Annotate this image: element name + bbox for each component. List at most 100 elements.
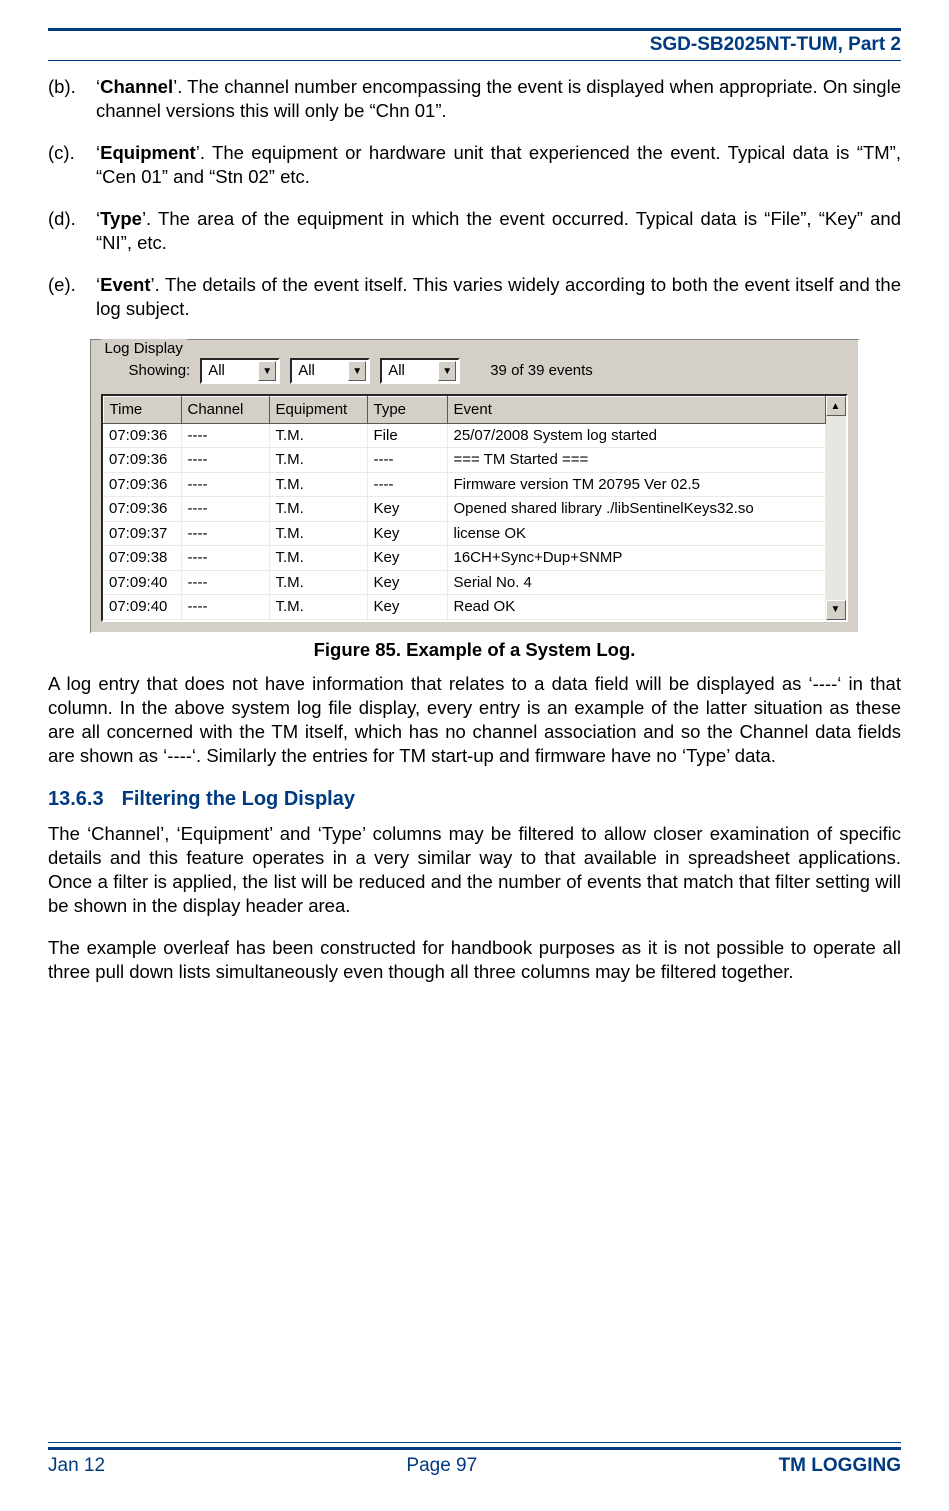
cell-time: 07:09:36 xyxy=(103,423,181,448)
cell-channel: ---- xyxy=(181,497,269,522)
cell-channel: ---- xyxy=(181,570,269,595)
table-row[interactable]: 07:09:38----T.M.Key16CH+Sync+Dup+SNMP xyxy=(103,546,825,571)
scroll-up-icon[interactable]: ▲ xyxy=(826,396,846,416)
cell-channel: ---- xyxy=(181,423,269,448)
cell-time: 07:09:37 xyxy=(103,521,181,546)
event-count: 39 of 39 events xyxy=(490,361,593,381)
cell-time: 07:09:40 xyxy=(103,595,181,620)
chevron-down-icon[interactable]: ▼ xyxy=(258,361,276,381)
page-footer: Jan 12 Page 97 TM LOGGING xyxy=(48,1442,901,1479)
log-display-panel: Log Display Showing: All ▼ All ▼ All ▼ 3… xyxy=(90,339,860,634)
log-table: Time Channel Equipment Type Event 07:09:… xyxy=(103,396,826,620)
definition-list: (b).‘Channel’. The channel number encomp… xyxy=(48,75,901,321)
cell-equipment: T.M. xyxy=(269,521,367,546)
cell-type: Key xyxy=(367,521,447,546)
channel-filter-combo[interactable]: All ▼ xyxy=(200,358,280,384)
section-para-2: The example overleaf has been constructe… xyxy=(48,936,901,984)
table-row[interactable]: 07:09:36----T.M.----=== TM Started === xyxy=(103,448,825,473)
paragraph-after-figure: A log entry that does not have informati… xyxy=(48,672,901,768)
log-display-legend: Log Display xyxy=(101,339,187,359)
cell-equipment: T.M. xyxy=(269,472,367,497)
footer-date: Jan 12 xyxy=(48,1454,105,1479)
cell-equipment: T.M. xyxy=(269,570,367,595)
col-type[interactable]: Type xyxy=(367,397,447,424)
log-list-wrap: Time Channel Equipment Type Event 07:09:… xyxy=(101,394,848,622)
cell-time: 07:09:36 xyxy=(103,472,181,497)
equipment-filter-combo[interactable]: All ▼ xyxy=(290,358,370,384)
definition-item: (e).‘Event’. The details of the event it… xyxy=(48,273,901,321)
cell-type: File xyxy=(367,423,447,448)
table-row[interactable]: 07:09:36----T.M.KeyOpened shared library… xyxy=(103,497,825,522)
cell-type: Key xyxy=(367,546,447,571)
table-row[interactable]: 07:09:36----T.M.----Firmware version TM … xyxy=(103,472,825,497)
scroll-track[interactable] xyxy=(826,416,846,600)
definition-marker: (c). xyxy=(48,141,96,165)
definition-marker: (e). xyxy=(48,273,96,297)
table-row[interactable]: 07:09:40----T.M.KeySerial No. 4 xyxy=(103,570,825,595)
cell-equipment: T.M. xyxy=(269,448,367,473)
type-filter-value: All xyxy=(388,361,405,381)
cell-type: ---- xyxy=(367,472,447,497)
cell-equipment: T.M. xyxy=(269,497,367,522)
showing-label: Showing: xyxy=(129,361,191,381)
cell-type: ---- xyxy=(367,448,447,473)
cell-event: 16CH+Sync+Dup+SNMP xyxy=(447,546,825,571)
col-event[interactable]: Event xyxy=(447,397,825,424)
type-filter-combo[interactable]: All ▼ xyxy=(380,358,460,384)
figure-caption: Figure 85. Example of a System Log. xyxy=(48,638,901,662)
header-top-rule xyxy=(48,28,901,31)
log-header-row: Time Channel Equipment Type Event xyxy=(103,397,825,424)
cell-equipment: T.M. xyxy=(269,423,367,448)
cell-time: 07:09:38 xyxy=(103,546,181,571)
definition-item: (c).‘Equipment’. The equipment or hardwa… xyxy=(48,141,901,189)
cell-type: Key xyxy=(367,497,447,522)
log-filter-row: Showing: All ▼ All ▼ All ▼ 39 of 39 even… xyxy=(101,352,848,394)
definition-marker: (d). xyxy=(48,207,96,231)
cell-type: Key xyxy=(367,570,447,595)
section-heading: 13.6.3 Filtering the Log Display xyxy=(48,786,901,812)
definition-body: ‘Type’. The area of the equipment in whi… xyxy=(96,207,901,255)
table-row[interactable]: 07:09:37----T.M.Keylicense OK xyxy=(103,521,825,546)
cell-channel: ---- xyxy=(181,546,269,571)
table-row[interactable]: 07:09:36----T.M.File25/07/2008 System lo… xyxy=(103,423,825,448)
definition-body: ‘Channel’. The channel number encompassi… xyxy=(96,75,901,123)
section-title: Filtering the Log Display xyxy=(122,788,355,810)
definition-marker: (b). xyxy=(48,75,96,99)
cell-channel: ---- xyxy=(181,521,269,546)
cell-event: Firmware version TM 20795 Ver 02.5 xyxy=(447,472,825,497)
cell-event: Serial No. 4 xyxy=(447,570,825,595)
page-header: SGD-SB2025NT-TUM, Part 2 xyxy=(48,33,901,61)
definition-body: ‘Event’. The details of the event itself… xyxy=(96,273,901,321)
definition-item: (d).‘Type’. The area of the equipment in… xyxy=(48,207,901,255)
cell-time: 07:09:36 xyxy=(103,448,181,473)
col-channel[interactable]: Channel xyxy=(181,397,269,424)
cell-event: license OK xyxy=(447,521,825,546)
col-time[interactable]: Time xyxy=(103,397,181,424)
cell-type: Key xyxy=(367,595,447,620)
cell-channel: ---- xyxy=(181,595,269,620)
footer-section: TM LOGGING xyxy=(779,1454,901,1479)
cell-equipment: T.M. xyxy=(269,595,367,620)
cell-event: 25/07/2008 System log started xyxy=(447,423,825,448)
channel-filter-value: All xyxy=(208,361,225,381)
footer-page: Page 97 xyxy=(406,1454,477,1479)
section-number: 13.6.3 xyxy=(48,786,104,812)
cell-equipment: T.M. xyxy=(269,546,367,571)
doc-code: SGD-SB2025NT-TUM, Part 2 xyxy=(650,33,901,58)
cell-channel: ---- xyxy=(181,472,269,497)
scroll-down-icon[interactable]: ▼ xyxy=(826,600,846,620)
col-equipment[interactable]: Equipment xyxy=(269,397,367,424)
vertical-scrollbar[interactable]: ▲ ▼ xyxy=(826,396,846,620)
cell-channel: ---- xyxy=(181,448,269,473)
equipment-filter-value: All xyxy=(298,361,315,381)
definition-item: (b).‘Channel’. The channel number encomp… xyxy=(48,75,901,123)
cell-event: === TM Started === xyxy=(447,448,825,473)
cell-event: Read OK xyxy=(447,595,825,620)
chevron-down-icon[interactable]: ▼ xyxy=(348,361,366,381)
cell-time: 07:09:36 xyxy=(103,497,181,522)
definition-body: ‘Equipment’. The equipment or hardware u… xyxy=(96,141,901,189)
section-para-1: The ‘Channel’, ‘Equipment’ and ‘Type’ co… xyxy=(48,822,901,918)
chevron-down-icon[interactable]: ▼ xyxy=(438,361,456,381)
table-row[interactable]: 07:09:40----T.M.KeyRead OK xyxy=(103,595,825,620)
cell-time: 07:09:40 xyxy=(103,570,181,595)
